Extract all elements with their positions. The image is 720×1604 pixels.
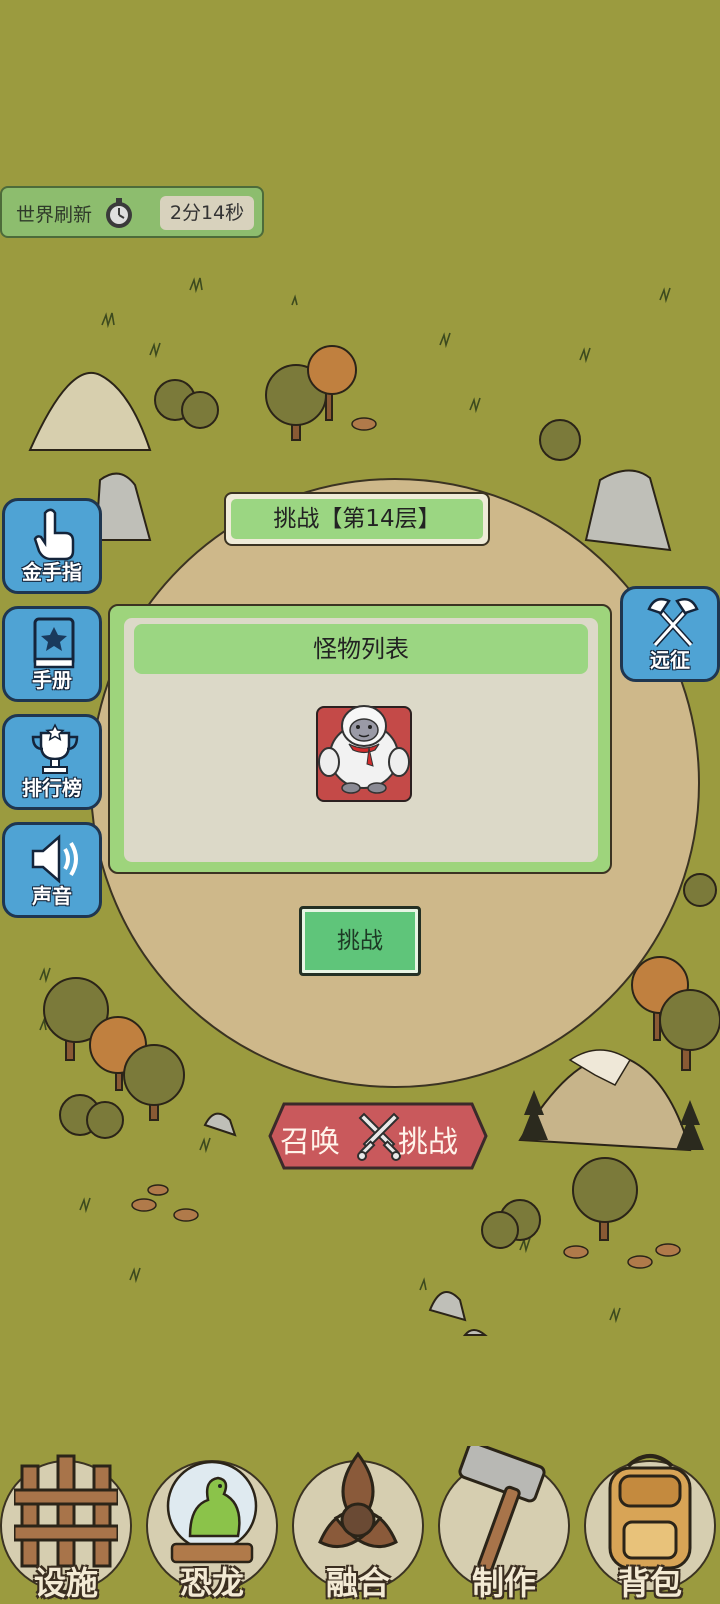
expedition-label: 远征 bbox=[650, 648, 690, 672]
nav-facilities-label: 设施 bbox=[33, 1564, 98, 1602]
hammer-icon bbox=[458, 1446, 546, 1573]
crossed-axes-icon bbox=[647, 598, 699, 648]
crossed-swords-icon bbox=[357, 1112, 401, 1161]
nav-dinosaurs-label: 恐龙 bbox=[179, 1564, 244, 1602]
manual-button[interactable]: 手册 bbox=[2, 606, 102, 702]
nav-crafting[interactable]: 制作 bbox=[438, 1446, 570, 1602]
fence-icon bbox=[14, 1454, 118, 1568]
manual-label: 手册 bbox=[32, 668, 72, 692]
challenge-title: 挑战【第14层】 bbox=[231, 499, 483, 539]
world-refresh-timer: 世界刷新 2分14秒 bbox=[0, 186, 264, 238]
nav-backpack[interactable]: 背包 bbox=[584, 1446, 716, 1602]
nav-fusion[interactable]: 融合 bbox=[292, 1446, 424, 1602]
monster-list-title: 怪物列表 bbox=[134, 624, 588, 674]
pointing-hand-icon bbox=[33, 508, 75, 561]
expedition-button[interactable]: 远征 bbox=[620, 586, 720, 682]
challenge-button[interactable]: 挑战 bbox=[299, 906, 421, 976]
yeti-monster-icon bbox=[318, 705, 410, 794]
challenge-title-banner: 挑战【第14层】 bbox=[224, 492, 490, 546]
cheat-button[interactable]: 金手指 bbox=[2, 498, 102, 594]
leaderboard-button[interactable]: 排行榜 bbox=[2, 714, 102, 810]
star-book-icon bbox=[33, 617, 75, 669]
trophy-icon bbox=[31, 723, 79, 774]
summon-label: 召唤 bbox=[280, 1125, 340, 1160]
stopwatch-icon bbox=[106, 198, 132, 228]
triquetra-icon bbox=[318, 1451, 398, 1548]
nav-facilities[interactable]: 设施 bbox=[0, 1446, 132, 1602]
sound-label: 声音 bbox=[32, 884, 72, 908]
timer-value: 2分14秒 bbox=[160, 196, 254, 230]
timer-label: 世界刷新 bbox=[16, 204, 93, 226]
dinosaur-globe-icon bbox=[166, 1460, 258, 1564]
nav-fusion-label: 融合 bbox=[325, 1564, 390, 1602]
leaderboard-label: 排行榜 bbox=[22, 776, 82, 800]
speaker-icon bbox=[31, 834, 78, 884]
nav-crafting-label: 制作 bbox=[471, 1564, 536, 1602]
cheat-label: 金手指 bbox=[22, 560, 82, 584]
nav-dinosaurs[interactable]: 恐龙 bbox=[146, 1446, 278, 1602]
sound-button[interactable]: 声音 bbox=[2, 822, 102, 918]
backpack-icon bbox=[608, 1454, 692, 1570]
nav-backpack-label: 背包 bbox=[617, 1564, 682, 1602]
challenge-label: 挑战 bbox=[398, 1125, 458, 1160]
yeti-monster-card[interactable] bbox=[316, 705, 412, 802]
summon-challenge-button[interactable]: 召唤 挑战 bbox=[268, 1100, 488, 1172]
